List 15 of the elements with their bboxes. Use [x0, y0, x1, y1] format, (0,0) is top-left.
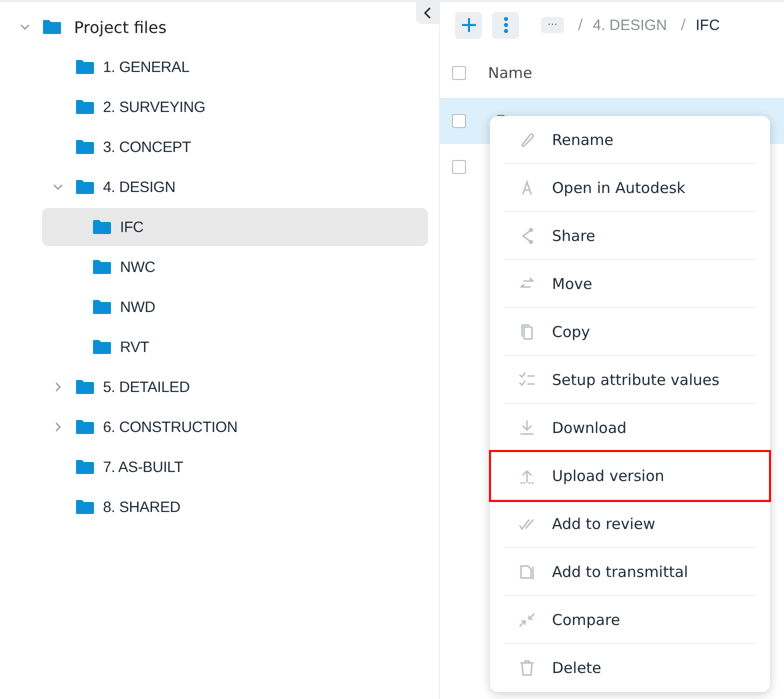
folder-name: 8. SHARED — [103, 498, 180, 516]
folder-name: IFC — [120, 218, 144, 236]
folder-name: 5. DETAILED — [103, 378, 190, 396]
breadcrumb-separator: / — [680, 17, 686, 33]
folder-name: NWC — [120, 258, 156, 276]
folder-name: 4. DESIGN — [103, 178, 176, 196]
folder-name: 3. CONCEPT — [103, 138, 192, 156]
breadcrumb-separator: / — [578, 17, 583, 33]
folder-name: Project files — [74, 18, 167, 36]
folder-name: 2. SURVEYING — [103, 98, 206, 116]
folder-name: 6. CONSTRUCTION — [103, 418, 238, 436]
folder-name: NWD — [120, 298, 156, 316]
folder-name: 7. AS-BUILT — [103, 458, 184, 476]
folder-name: RVT — [120, 338, 150, 356]
folder-name: 1. GENERAL — [103, 58, 190, 76]
